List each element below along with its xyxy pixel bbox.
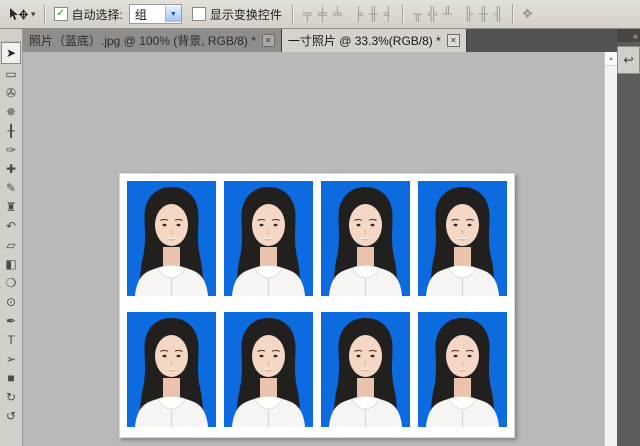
layer-group-select[interactable]: 组 ▼ — [129, 4, 182, 24]
id-photo — [418, 181, 507, 296]
quick-selection-tool[interactable]: ✵ — [1, 102, 21, 121]
eraser-tool[interactable]: ▱ — [1, 235, 21, 254]
blur-tool[interactable]: ❍ — [1, 273, 21, 292]
align-vertical-centers-icon[interactable]: ╪ — [316, 5, 329, 23]
align-left-edges-icon[interactable]: ╞ — [352, 5, 365, 23]
rectangular-marquee-tool[interactable]: ▭ — [1, 64, 21, 83]
move-tool[interactable]: ➤ — [1, 42, 21, 64]
auto-select-label: 自动选择: — [72, 6, 123, 23]
align-top-edges-icon[interactable]: ╤ — [301, 5, 314, 23]
show-transform-label: 显示变换控件 — [210, 6, 282, 23]
canvas[interactable] — [23, 52, 604, 446]
auto-align-layers-icon[interactable]: ❖ — [521, 5, 534, 23]
tab-label: 照片（蓝底）.jpg @ 100% (背景, RGB/8) * — [29, 32, 256, 49]
align-right-edges-icon[interactable]: ╡ — [382, 5, 395, 23]
id-photo — [127, 181, 216, 296]
history-panel-icon[interactable]: ↩ — [617, 46, 640, 74]
rotate-3d-tool[interactable]: ↻ — [1, 387, 21, 406]
photo-sheet[interactable] — [119, 173, 515, 438]
id-photo — [127, 312, 216, 427]
document-tabbar: 照片（蓝底）.jpg @ 100% (背景, RGB/8) *✕一寸照片 @ 3… — [23, 29, 617, 52]
history-brush-tool[interactable]: ↶ — [1, 216, 21, 235]
document-tab-inactive[interactable]: 照片（蓝底）.jpg @ 100% (背景, RGB/8) * ✕ — [23, 29, 282, 52]
auto-select-checkbox[interactable]: ✓ — [54, 7, 68, 21]
path-selection-tool[interactable]: ➢ — [1, 349, 21, 368]
options-divider — [512, 4, 514, 24]
scrollbar-up-arrow-icon[interactable]: ▲ — [605, 52, 617, 66]
id-photo — [321, 312, 410, 427]
orbit-3d-tool[interactable]: ↺ — [1, 406, 21, 425]
brush-tool[interactable]: ✎ — [1, 178, 21, 197]
align-horizontal-centers-icon[interactable]: ╫ — [367, 5, 380, 23]
tools-panel: ➤▭✇✵╂✑✚✎♜↶▱◧❍⊙✒T➢■↻↺ — [0, 29, 23, 446]
vertical-scrollbar[interactable]: ▲ — [604, 52, 617, 446]
clone-stamp-tool[interactable]: ♜ — [1, 197, 21, 216]
type-tool[interactable]: T — [1, 330, 21, 349]
spot-healing-brush-tool[interactable]: ✚ — [1, 159, 21, 178]
align-bottom-edges-icon[interactable]: ╧ — [331, 5, 344, 23]
tab-close-icon[interactable]: ✕ — [262, 34, 275, 47]
id-photo — [224, 181, 313, 296]
canvas-row: ▲ — [23, 52, 617, 446]
distribute-left-edges-icon[interactable]: ╟ — [462, 5, 475, 23]
layer-group-value: 组 — [130, 6, 165, 23]
combo-chevron-icon[interactable]: ▼ — [165, 6, 181, 22]
rectangle-tool[interactable]: ■ — [1, 368, 21, 387]
distribute-vertical-centers-icon[interactable]: ╬ — [426, 5, 439, 23]
pen-tool[interactable]: ✒ — [1, 311, 21, 330]
tool-options-bar: ▾ ✓ 自动选择: 组 ▼ 显示变换控件 ╤╪╧╞╫╡╥╬╨╟╫╢❖ — [0, 0, 640, 29]
options-divider — [44, 4, 46, 24]
crop-tool[interactable]: ╂ — [1, 121, 21, 140]
dodge-tool[interactable]: ⊙ — [1, 292, 21, 311]
options-divider — [292, 4, 294, 24]
options-divider — [402, 4, 404, 24]
id-photo — [224, 312, 313, 427]
tools-panel-grip[interactable] — [0, 29, 22, 42]
distribute-right-edges-icon[interactable]: ╢ — [492, 5, 505, 23]
id-photo — [321, 181, 410, 296]
tool-preset-arrow-icon[interactable]: ▾ — [31, 9, 36, 20]
dock-collapse-icon[interactable]: « — [617, 29, 640, 42]
show-transform-checkbox[interactable] — [192, 7, 206, 21]
tab-label: 一寸照片 @ 33.3%(RGB/8) * — [288, 32, 441, 49]
workspace: ➤▭✇✵╂✑✚✎♜↶▱◧❍⊙✒T➢■↻↺ 照片（蓝底）.jpg @ 100% (… — [0, 29, 640, 446]
move-tool-icon — [7, 7, 29, 22]
panel-dock: « ↩ — [617, 29, 640, 446]
tab-close-icon[interactable]: ✕ — [447, 34, 460, 47]
distribute-top-edges-icon[interactable]: ╥ — [411, 5, 424, 23]
distribute-bottom-edges-icon[interactable]: ╨ — [441, 5, 454, 23]
scrollbar-track[interactable] — [605, 66, 617, 446]
gradient-tool[interactable]: ◧ — [1, 254, 21, 273]
document-area: 照片（蓝底）.jpg @ 100% (背景, RGB/8) *✕一寸照片 @ 3… — [23, 29, 617, 446]
lasso-tool[interactable]: ✇ — [1, 83, 21, 102]
align-icons: ╤╪╧╞╫╡╥╬╨╟╫╢❖ — [300, 4, 535, 24]
document-tab-active[interactable]: 一寸照片 @ 33.3%(RGB/8) * ✕ — [282, 29, 467, 52]
id-photo — [418, 312, 507, 427]
distribute-horizontal-centers-icon[interactable]: ╫ — [477, 5, 490, 23]
eyedropper-tool[interactable]: ✑ — [1, 140, 21, 159]
move-tool-thumbnail[interactable] — [5, 5, 31, 23]
photoshop-window: ▾ ✓ 自动选择: 组 ▼ 显示变换控件 ╤╪╧╞╫╡╥╬╨╟╫╢❖ ➤▭✇✵╂… — [0, 0, 640, 446]
